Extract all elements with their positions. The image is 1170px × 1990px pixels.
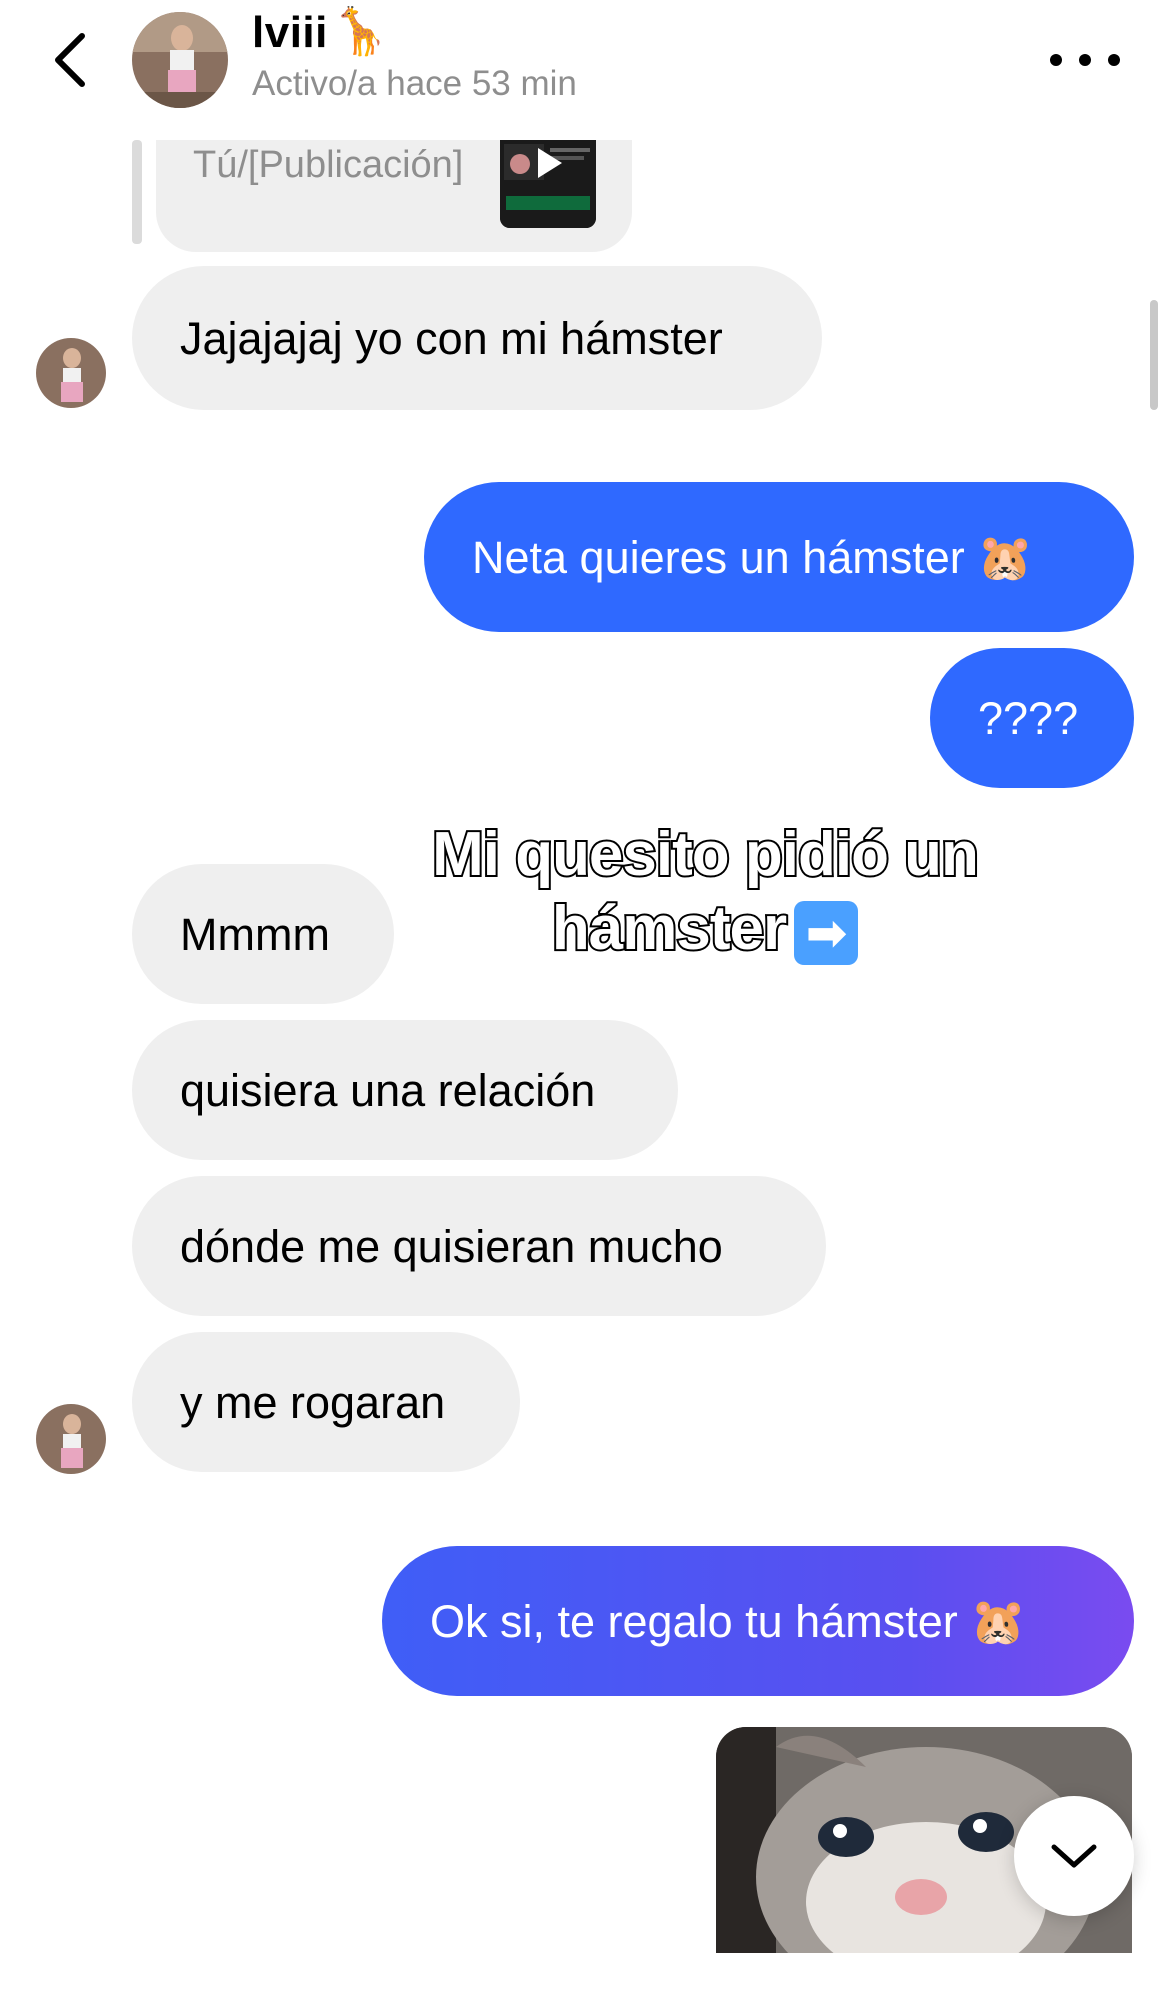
received-message[interactable]: quisiera una relación bbox=[132, 1020, 678, 1160]
active-status: Activo/a hace 53 min bbox=[252, 64, 577, 103]
message-text: quisiera una relación bbox=[180, 1064, 596, 1116]
message-text: y me rogaran bbox=[180, 1376, 446, 1428]
dm-chat-screen: lviii🦒 Activo/a hace 53 min Tú/[Publicac… bbox=[0, 0, 1170, 1990]
contact-name-text: lviii bbox=[252, 8, 328, 57]
message-text: Mmmm bbox=[180, 908, 330, 960]
sent-message[interactable]: Ok si, te regalo tu hámster 🐹 bbox=[382, 1546, 1134, 1696]
dot bbox=[1079, 54, 1091, 66]
message-text: Jajajajaj yo con mi hámster bbox=[180, 312, 723, 364]
caption-line-2: hámster ➡ bbox=[330, 892, 1080, 966]
caption-line-2-text: hámster bbox=[550, 892, 789, 965]
post-thumbnail[interactable] bbox=[500, 140, 596, 228]
contact-name[interactable]: lviii🦒 bbox=[252, 4, 390, 59]
contact-avatar[interactable] bbox=[132, 12, 228, 108]
message-text: ???? bbox=[978, 692, 1079, 744]
received-message[interactable]: dónde me quisieran mucho bbox=[132, 1176, 826, 1316]
message-text: Neta quieres un hámster 🐹 bbox=[472, 531, 1034, 583]
message-text: Ok si, te regalo tu hámster 🐹 bbox=[430, 1595, 1027, 1647]
sent-message[interactable]: ???? bbox=[930, 648, 1134, 788]
sent-message[interactable]: Neta quieres un hámster 🐹 bbox=[424, 482, 1134, 632]
video-overlay-caption: Mi quesito pidió un hámster ➡ bbox=[330, 818, 1080, 966]
contact-avatar-small[interactable] bbox=[36, 338, 106, 408]
more-options-icon bbox=[1050, 54, 1062, 66]
chat-header: lviii🦒 Activo/a hace 53 min bbox=[0, 0, 1170, 140]
chevron-down-icon bbox=[1051, 1844, 1097, 1868]
dot bbox=[1108, 54, 1120, 66]
caption-line-1: Mi quesito pidió un bbox=[430, 818, 981, 891]
back-arrow-icon bbox=[55, 33, 85, 87]
contact-avatar-small[interactable] bbox=[36, 1404, 106, 1474]
reply-label: Tú/[Publicación] bbox=[193, 144, 464, 186]
reply-indicator-bar bbox=[132, 140, 142, 244]
right-arrow-emoji: ➡ bbox=[794, 900, 859, 965]
received-message[interactable]: y me rogaran bbox=[132, 1332, 520, 1472]
message-text: dónde me quisieran mucho bbox=[180, 1220, 723, 1272]
scrollbar-thumb[interactable] bbox=[1150, 300, 1158, 410]
giraffe-emoji: 🦒 bbox=[331, 5, 390, 57]
scroll-to-bottom-button[interactable] bbox=[1014, 1796, 1134, 1916]
received-message[interactable]: Jajajajaj yo con mi hámster bbox=[132, 266, 822, 410]
more-options-button[interactable] bbox=[1050, 40, 1120, 80]
back-button[interactable] bbox=[40, 22, 100, 98]
